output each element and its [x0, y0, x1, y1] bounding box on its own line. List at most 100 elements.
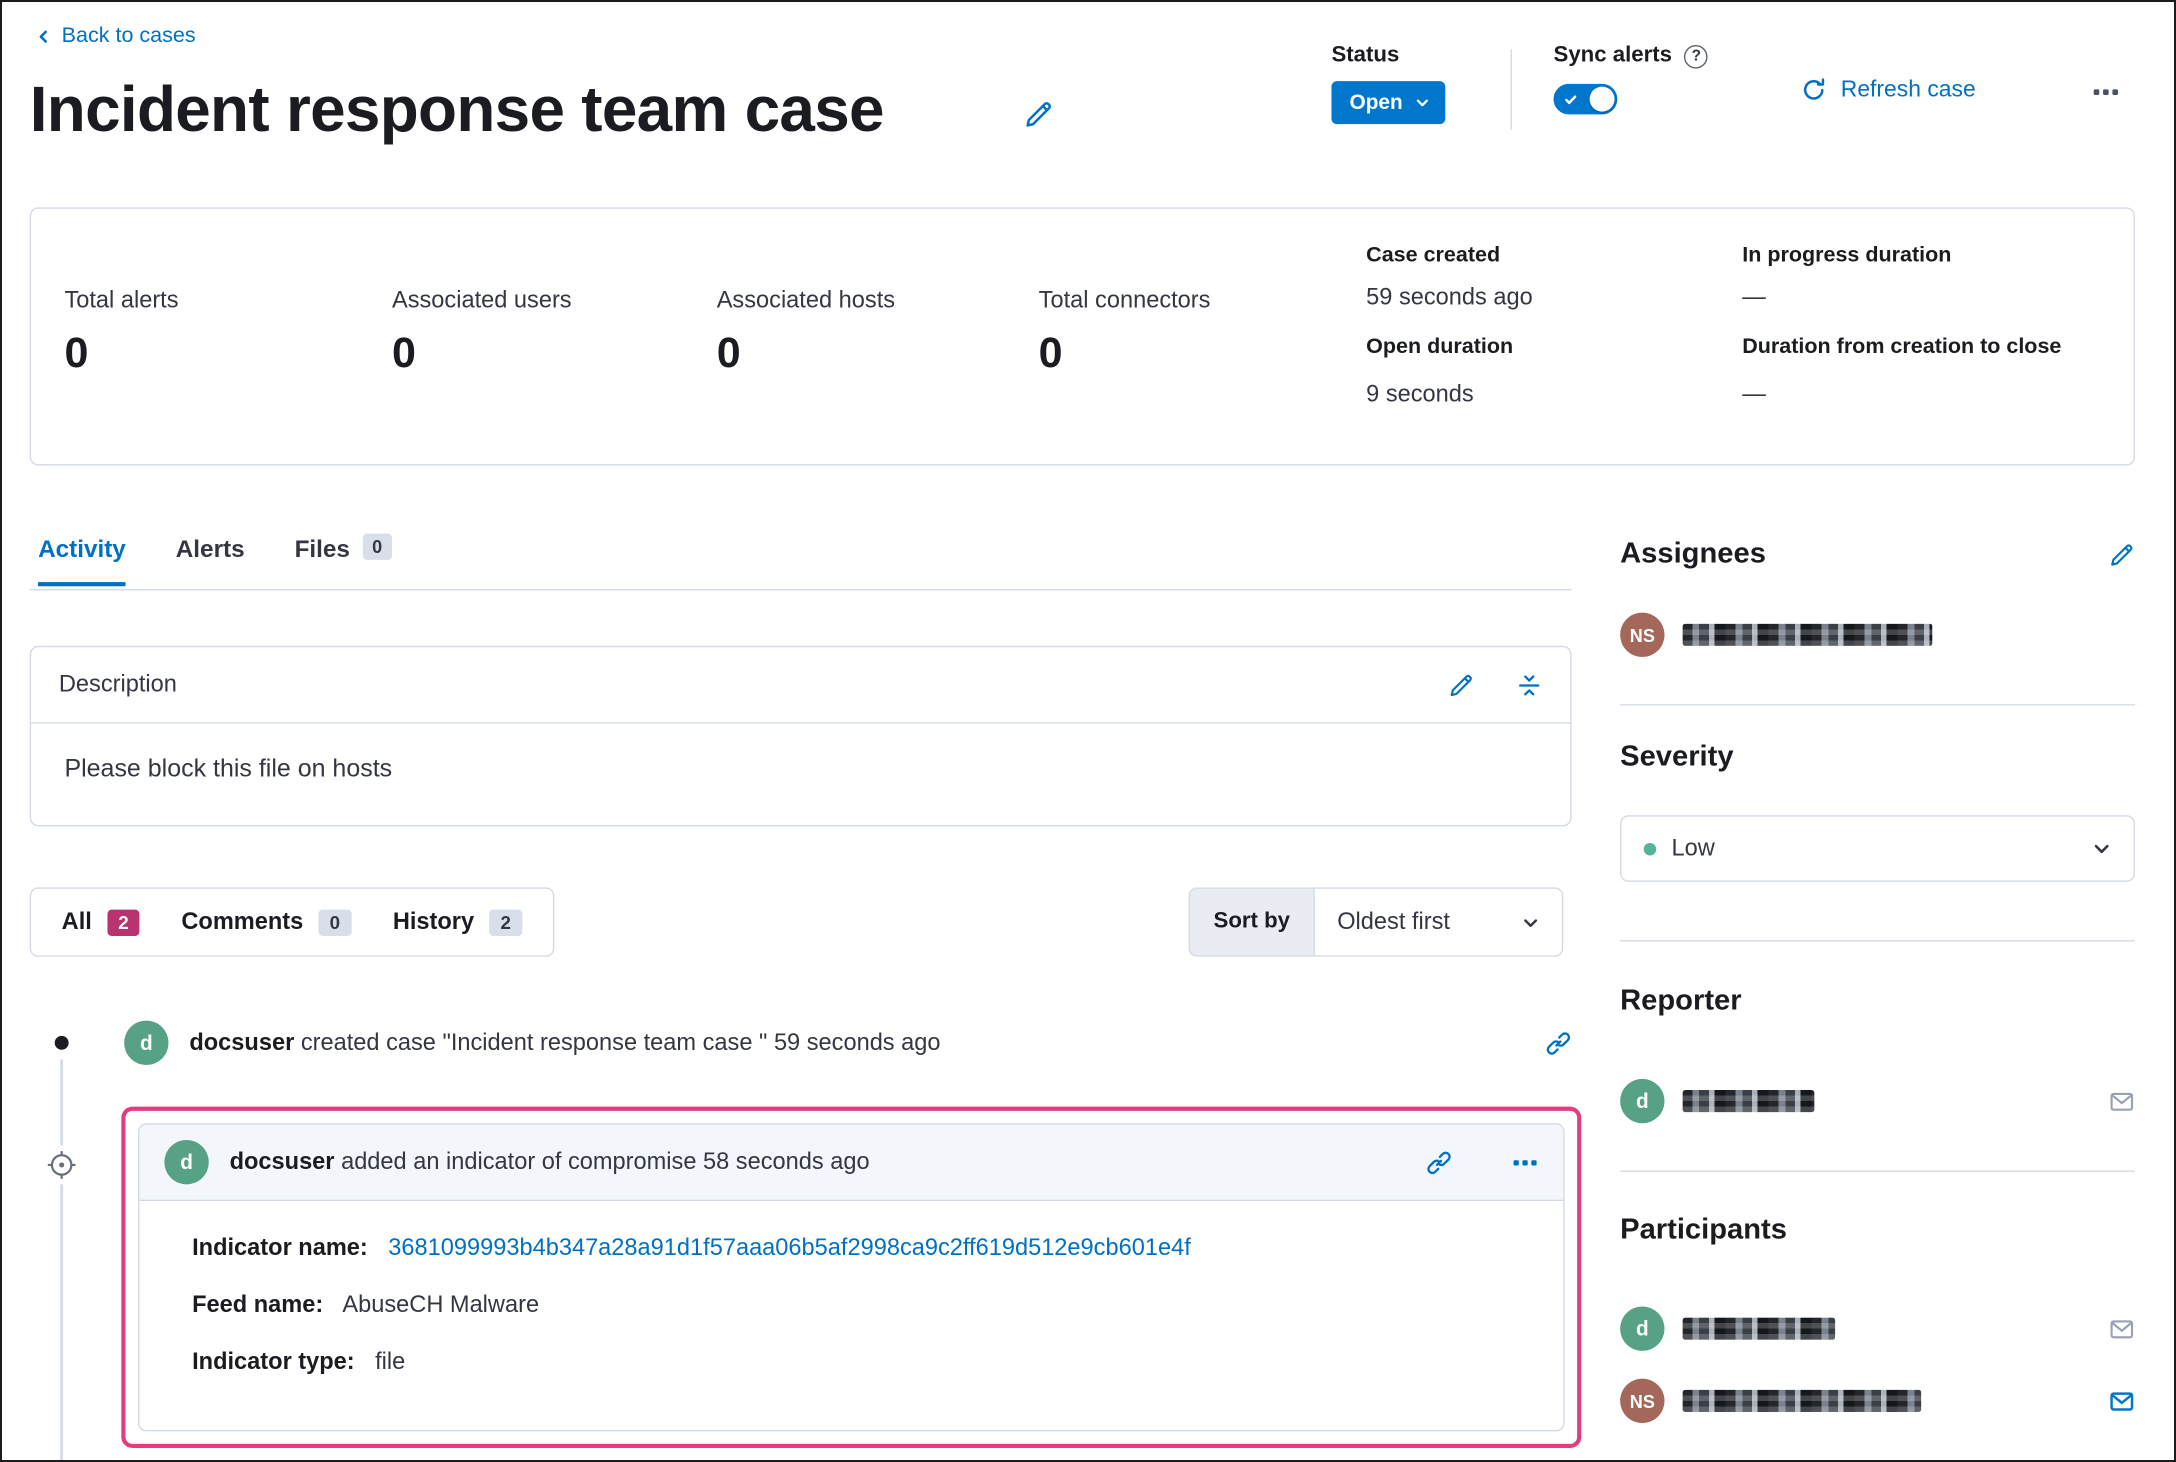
assignee-row: NS [1620, 612, 2135, 658]
pencil-icon [1448, 672, 1474, 698]
tabs-divider [29, 589, 1572, 591]
in-progress-label: In progress duration [1742, 243, 1952, 268]
copy-comment-link-button[interactable] [1426, 1149, 1452, 1175]
refresh-label: Refresh case [1840, 76, 1976, 102]
help-icon[interactable] [1684, 44, 1709, 68]
refresh-case-button[interactable]: Refresh case [1801, 77, 1976, 103]
field-value: AbuseCH Malware [342, 1291, 540, 1318]
creation-to-close-value: — [1742, 381, 1766, 408]
comment-actions-button[interactable] [1512, 1149, 1538, 1175]
copy-event-link-button[interactable] [1545, 1030, 1571, 1056]
indicator-name-link[interactable]: 3681099993b4b347a28a91d1f57aaa06b5af2998… [388, 1234, 1190, 1260]
status-section: Status Open [1331, 44, 1446, 125]
envelope-icon [2109, 1316, 2135, 1342]
tab-alerts[interactable]: Alerts [176, 535, 245, 586]
envelope-icon [2109, 1088, 2135, 1114]
metric-value: 0 [716, 328, 741, 377]
link-icon [1426, 1149, 1452, 1175]
refresh-icon [1801, 77, 1827, 103]
filter-history[interactable]: History 2 [392, 908, 523, 936]
highlighted-comment-outline: d docsuser added an indicator of comprom… [121, 1106, 1582, 1449]
metric-total-alerts: Total alerts 0 [64, 286, 178, 378]
open-duration-value: 9 seconds [1366, 381, 1474, 408]
edit-assignees-button[interactable] [2109, 541, 2135, 567]
filter-label: Comments [181, 908, 304, 935]
sync-alerts-toggle[interactable] [1553, 83, 1618, 115]
indicator-event-node [42, 1145, 82, 1185]
severity-title: Severity [1620, 740, 1734, 773]
case-timing-column: Case created 59 seconds ago Open duratio… [1366, 242, 1720, 431]
description-panel: Description Please block this file on ho… [29, 645, 1572, 827]
link-icon [1545, 1030, 1571, 1056]
pencil-icon [2109, 541, 2135, 567]
case-tabs: Activity Alerts Files 0 [38, 533, 392, 587]
indicator-type-row: Indicator type: file [192, 1348, 1524, 1376]
created-event-row: d docsuser created case "Incident respon… [124, 1020, 1571, 1066]
filter-comments[interactable]: Comments 0 [181, 908, 352, 936]
description-text: Please block this file on hosts [64, 754, 393, 782]
tab-label: Alerts [175, 534, 245, 563]
status-value: Open [1349, 90, 1403, 115]
description-title: Description [58, 670, 177, 698]
sort-order-select[interactable]: Oldest first [1313, 887, 1564, 957]
feed-name-row: Feed name: AbuseCH Malware [192, 1291, 1524, 1319]
history-count-badge: 2 [489, 908, 523, 936]
username: docsuser [229, 1148, 335, 1175]
severity-low-dot-icon [1643, 842, 1657, 855]
avatar: d [164, 1139, 209, 1185]
activity-filter-group: All 2 Comments 0 History 2 [29, 887, 554, 957]
avatar: d [124, 1020, 169, 1066]
redacted-name [1682, 623, 1933, 646]
metric-label: Associated hosts [716, 286, 896, 313]
timeline-dot [45, 1026, 79, 1060]
files-count-badge: 0 [362, 533, 392, 560]
case-duration-column: In progress duration — Duration from cre… [1742, 242, 2096, 431]
chevron-left-icon [35, 28, 52, 45]
email-participant-button[interactable] [2109, 1388, 2135, 1414]
indicator-comment-card: d docsuser added an indicator of comprom… [138, 1123, 1565, 1432]
case-created-label: Case created [1366, 243, 1501, 268]
filter-all[interactable]: All 2 [62, 908, 140, 936]
event-action: added an indicator of compromise 58 seco… [341, 1148, 870, 1175]
back-to-cases-link[interactable]: Back to cases [35, 24, 196, 49]
edit-description-button[interactable] [1448, 672, 1474, 698]
check-icon [1563, 92, 1578, 107]
sort-value: Oldest first [1337, 908, 1450, 935]
email-participant-button[interactable] [2109, 1316, 2135, 1342]
indicator-name-row: Indicator name: 3681099993b4b347a28a91d1… [192, 1234, 1524, 1262]
severity-header: Severity [1620, 740, 2135, 773]
tab-files[interactable]: Files 0 [294, 533, 392, 586]
severity-select[interactable]: Low [1620, 815, 2135, 882]
participant-row: d [1620, 1306, 2135, 1351]
chevron-down-icon [1522, 913, 1540, 931]
participants-title: Participants [1620, 1213, 1787, 1246]
metric-total-connectors: Total connectors 0 [1039, 286, 1211, 378]
pencil-icon [1023, 99, 1054, 130]
field-label: Feed name: [192, 1291, 324, 1318]
boxes-horizontal-icon [1512, 1149, 1538, 1175]
comment-body: Indicator name: 3681099993b4b347a28a91d1… [139, 1201, 1563, 1430]
description-header: Description [31, 647, 1571, 724]
edit-title-button[interactable] [1023, 99, 1054, 130]
sidebar-divider [1620, 940, 2135, 942]
creation-to-close-label: Duration from creation to close [1742, 335, 2062, 359]
assignees-header: Assignees [1620, 538, 2135, 571]
tab-label: Files [294, 534, 350, 563]
sync-alerts-label: Sync alerts [1553, 43, 1673, 68]
email-reporter-button[interactable] [2109, 1088, 2135, 1114]
metric-associated-hosts: Associated hosts 0 [717, 286, 895, 378]
metric-value: 0 [64, 328, 89, 377]
redacted-name [1682, 1389, 1922, 1412]
tab-activity[interactable]: Activity [38, 535, 126, 587]
field-label: Indicator name: [192, 1234, 368, 1261]
filter-label: History [392, 908, 475, 935]
boxes-horizontal-icon [2092, 78, 2120, 106]
fold-icon [1516, 672, 1542, 698]
severity-value: Low [1671, 834, 1715, 862]
collapse-description-button[interactable] [1516, 672, 1542, 698]
created-event-text: docsuser created case "Incident response… [189, 1029, 1524, 1057]
case-actions-button[interactable] [2081, 74, 2131, 110]
filter-label: All [61, 908, 92, 935]
status-dropdown[interactable]: Open [1331, 81, 1446, 125]
avatar: NS [1620, 1378, 1665, 1424]
